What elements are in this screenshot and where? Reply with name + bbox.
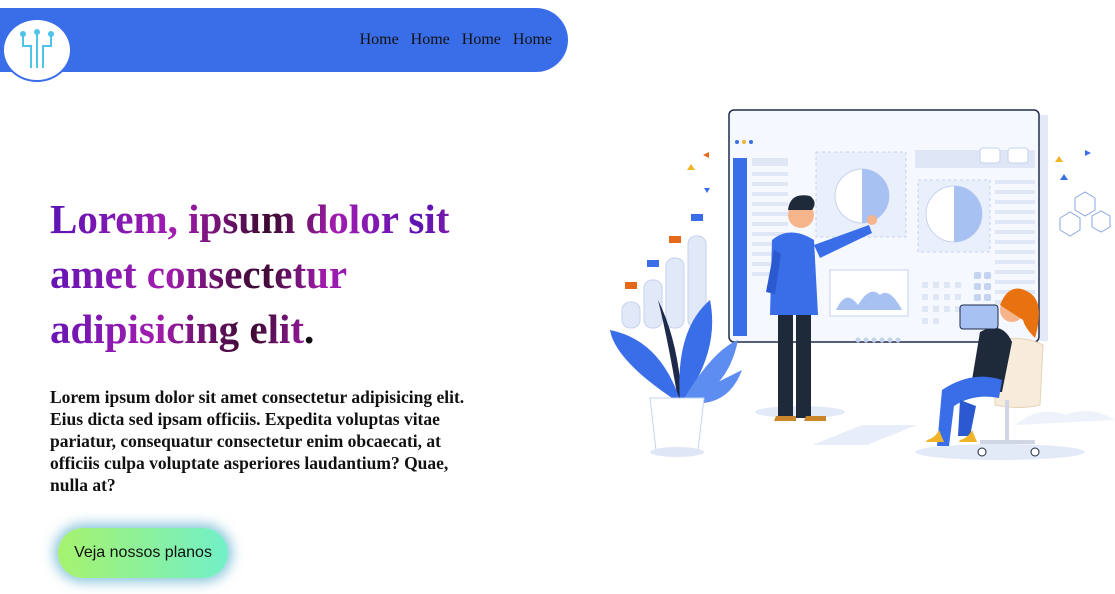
hero-headline-text: Lorem, ipsum dolor sit amet consectetur … [50, 196, 450, 352]
hero-headline: Lorem, ipsum dolor sit amet consectetur … [50, 192, 490, 357]
nav-link-home-4[interactable]: Home [513, 31, 552, 49]
hero-paragraph: Lorem ipsum dolor sit amet consectetur a… [50, 387, 465, 495]
navbar: Home Home Home Home [0, 8, 568, 82]
view-plans-button[interactable]: Veja nossos planos [58, 528, 228, 578]
nav-link-home-2[interactable]: Home [411, 31, 450, 49]
nav-links: Home Home Home Home [360, 8, 552, 72]
dashboard-team-illustration [600, 100, 1115, 470]
hero-headline-period: . [304, 306, 315, 352]
circuit-logo-icon[interactable] [2, 18, 72, 82]
nav-link-home-3[interactable]: Home [462, 31, 501, 49]
nav-link-home-1[interactable]: Home [360, 31, 399, 49]
